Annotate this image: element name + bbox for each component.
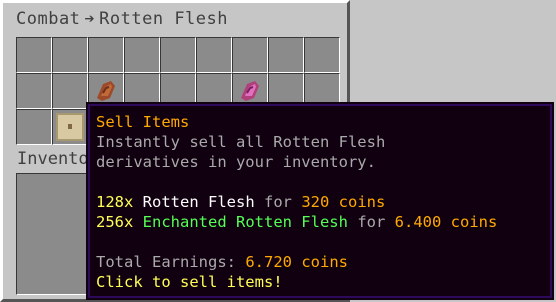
- inventory-slot[interactable]: [196, 37, 232, 73]
- inventory-slot[interactable]: [124, 37, 160, 73]
- inventory-slot[interactable]: [304, 37, 340, 73]
- tooltip-spacer: [96, 232, 544, 252]
- tooltip-title: Sell Items: [96, 113, 190, 131]
- title-category: Combat: [16, 9, 81, 29]
- total-label: Total Earnings:: [96, 253, 236, 271]
- for-text: for: [357, 213, 386, 231]
- item-name: Rotten Flesh: [142, 193, 255, 211]
- sell-row-enchanted-rotten-flesh: 256x Enchanted Rotten Flesh for 6.400 co…: [96, 212, 544, 232]
- sell-action-hint: Click to sell items!: [96, 273, 283, 291]
- inventory-slot[interactable]: [232, 37, 268, 73]
- slot-sell-chest[interactable]: [52, 109, 88, 145]
- chest-icon: [56, 113, 84, 141]
- inventory-slot[interactable]: [16, 37, 52, 73]
- total-earnings: Total Earnings: 6.720 coins: [96, 252, 544, 272]
- inventory-slot[interactable]: [160, 37, 196, 73]
- tooltip-description-line: derivatives in your inventory.: [96, 153, 376, 171]
- sell-row-rotten-flesh: 128x Rotten Flesh for 320 coins: [96, 192, 544, 212]
- item-price: 320 coins: [301, 193, 386, 211]
- item-count: 128x: [96, 193, 134, 211]
- enchanted-rotten-flesh-icon: [241, 81, 259, 101]
- item-tooltip: Sell Items Instantly sell all Rotten Fle…: [86, 102, 554, 300]
- inventory-slot[interactable]: [52, 37, 88, 73]
- tooltip-description-line: Instantly sell all Rotten Flesh: [96, 133, 386, 151]
- item-count: 256x: [96, 213, 134, 231]
- inventory-slot[interactable]: [16, 109, 52, 145]
- inventory-slot[interactable]: [52, 73, 88, 109]
- for-text: for: [264, 193, 292, 211]
- inventory-slot[interactable]: [268, 37, 304, 73]
- item-price: 6.400 coins: [394, 213, 498, 231]
- total-value: 6.720 coins: [245, 253, 348, 271]
- item-name: Enchanted Rotten Flesh: [142, 213, 348, 231]
- rotten-flesh-icon: [97, 81, 115, 101]
- inventory-slot[interactable]: [16, 73, 52, 109]
- title-item: Rotten Flesh: [99, 9, 228, 29]
- window-title: Combat ➔ Rotten Flesh: [16, 9, 228, 29]
- arrow-icon: ➔: [84, 9, 96, 29]
- inventory-slot[interactable]: [88, 37, 124, 73]
- tooltip-spacer: [96, 172, 544, 192]
